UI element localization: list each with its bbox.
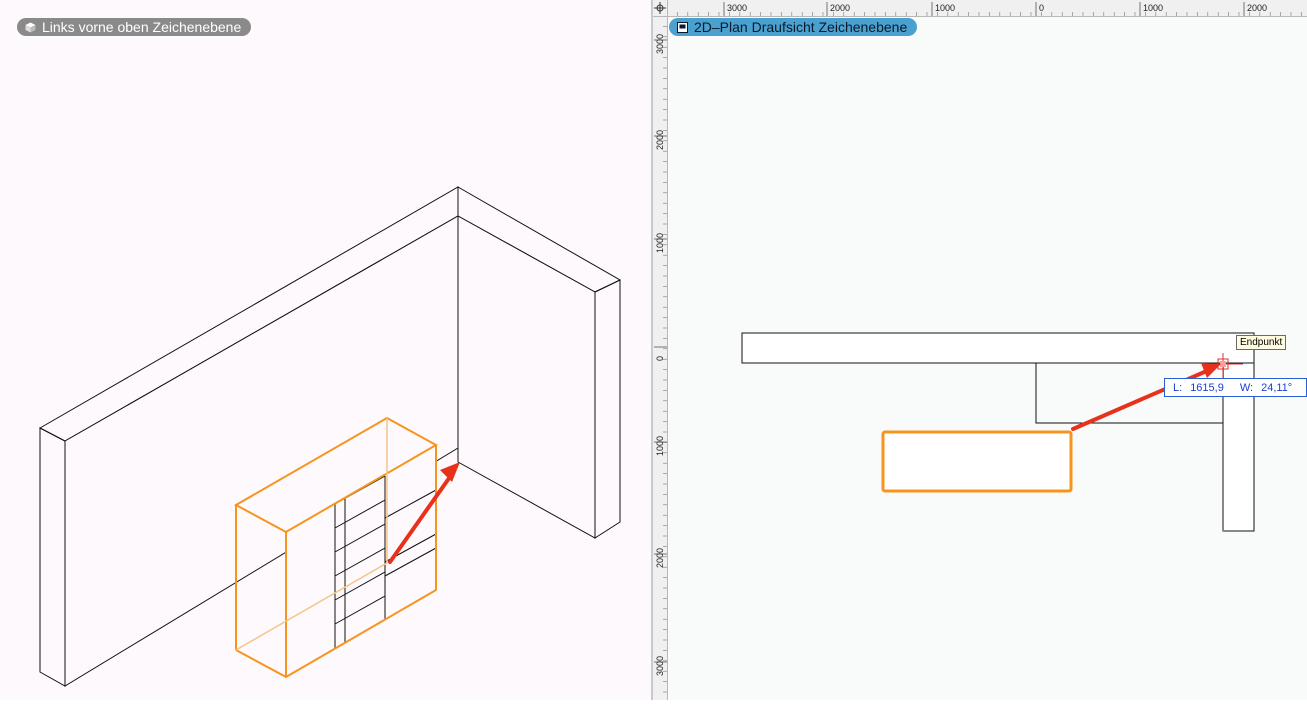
viewport-3d[interactable]: [0, 0, 651, 700]
ruler-label: 2000: [655, 548, 665, 568]
ruler-label: 1000: [935, 3, 955, 13]
ruler-horizontal[interactable]: 3000 2000 1000 0 1000 2000: [653, 0, 1307, 17]
ruler-label: 3000: [727, 3, 747, 13]
snap-tooltip: Endpunkt: [1236, 335, 1287, 350]
ruler-label: 2000: [830, 3, 850, 13]
crosshair-icon: [654, 2, 666, 14]
ruler-label: 1000: [655, 436, 665, 456]
ruler-label: 3000: [655, 34, 665, 54]
ruler-label: 3000: [655, 656, 665, 676]
cube-icon: [25, 22, 36, 32]
ruler-label: 0: [1039, 3, 1044, 13]
view-badge-left[interactable]: Links vorne oben Zeichenebene: [17, 18, 252, 36]
ruler-horizontal-ticks: 3000 2000 1000 0 1000 2000: [666, 2, 1302, 16]
ruler-origin-crosshair-icon[interactable]: [653, 0, 668, 17]
plan-view-icon: [677, 21, 688, 33]
viewport-2d-plan[interactable]: [653, 0, 1307, 700]
length-value[interactable]: 1615,9: [1190, 382, 1224, 394]
view-badge-right[interactable]: 2D–Plan Draufsicht Zeichenebene: [669, 18, 918, 36]
ruler-label: 2000: [655, 130, 665, 150]
ruler-label: 1000: [655, 233, 665, 253]
isometric-drawing: [38, 186, 622, 687]
plan-wall-long[interactable]: [741, 332, 1255, 364]
ruler-vertical-ticks: 3000 2000 1000 0 1000 2000 3000: [654, 15, 667, 693]
ruler-label: 2000: [1247, 3, 1267, 13]
ruler-label: 0: [655, 356, 665, 361]
wall-short[interactable]: [457, 186, 622, 539]
length-label: L:: [1173, 381, 1183, 394]
view-badge-right-label: 2D–Plan Draufsicht Zeichenebene: [694, 19, 908, 35]
measurement-readout[interactable]: L: 1615,9 W: 24,11°: [1164, 378, 1307, 397]
ruler-label: 1000: [1143, 3, 1163, 13]
angle-value[interactable]: 24,11°: [1261, 382, 1292, 394]
angle-label: W:: [1239, 381, 1254, 394]
view-badge-left-label: Links vorne oben Zeichenebene: [42, 19, 242, 35]
plan-drawing: [741, 332, 1255, 532]
plan-cabinet-selected[interactable]: [881, 430, 1073, 493]
ruler-vertical[interactable]: 3000 2000 1000 0 1000 2000 3000: [653, 15, 668, 700]
